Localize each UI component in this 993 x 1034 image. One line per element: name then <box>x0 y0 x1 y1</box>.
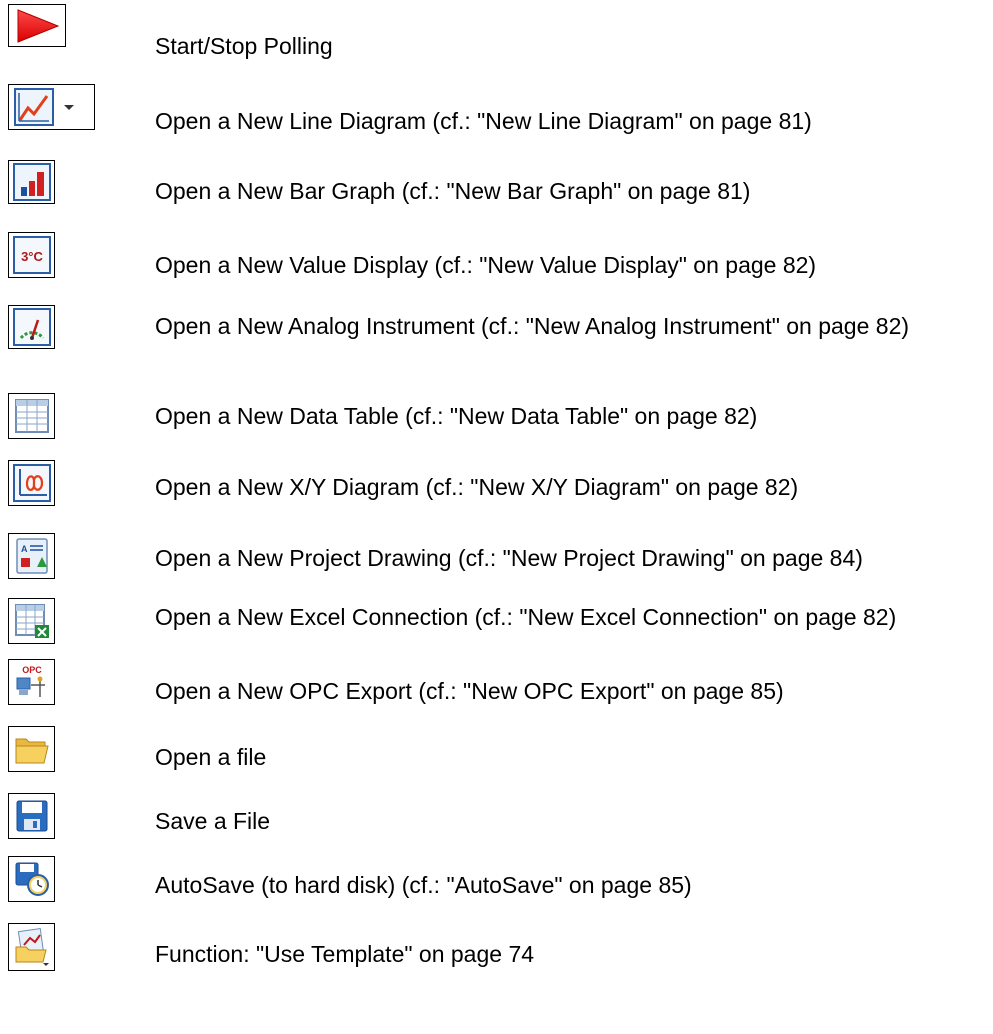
item-label: Function: "Use Template" on page 74 <box>155 941 535 967</box>
item-label: Open a New Data Table (cf.: "New Data Ta… <box>155 403 758 429</box>
autosave-icon <box>15 862 49 896</box>
item-label: Open a New Analog Instrument (cf.: "New … <box>155 313 910 339</box>
svg-text:A: A <box>21 544 28 554</box>
opc-export-icon: OPC <box>16 665 45 697</box>
bar-graph-icon <box>12 163 51 201</box>
item-label: Save a File <box>155 808 271 834</box>
excel-connection-icon <box>14 604 49 638</box>
folder-open-icon <box>15 738 49 764</box>
value-display-icon: 3°C <box>12 236 51 274</box>
use-template-button[interactable] <box>8 923 55 971</box>
project-drawing-button[interactable]: A <box>8 533 55 579</box>
item-label: Open a New Value Display (cf.: "New Valu… <box>155 252 817 278</box>
line-diagram-icon <box>14 88 54 126</box>
save-file-button[interactable] <box>8 793 55 839</box>
item-label: Start/Stop Polling <box>155 33 333 59</box>
svg-text:3°C: 3°C <box>21 249 43 264</box>
use-template-icon <box>15 928 49 966</box>
item-label: Open a New Line Diagram (cf.: "New Line … <box>155 108 812 134</box>
save-disk-icon <box>16 800 47 832</box>
svg-text:OPC: OPC <box>22 665 42 675</box>
item-label: AutoSave (to hard disk) (cf.: "AutoSave"… <box>155 872 692 898</box>
item-label: Open a New Bar Graph (cf.: "New Bar Grap… <box>155 178 751 204</box>
analog-instrument-button[interactable] <box>8 305 55 349</box>
item-label: Open a New OPC Export (cf.: "New OPC Exp… <box>155 678 784 704</box>
project-drawing-icon: A <box>15 538 48 574</box>
analog-instrument-icon <box>12 308 51 346</box>
excel-connection-button[interactable] <box>8 598 55 644</box>
opc-export-button[interactable]: OPC <box>8 659 55 705</box>
line-diagram-button[interactable] <box>8 84 95 130</box>
chevron-down-icon[interactable] <box>54 97 84 117</box>
open-file-button[interactable] <box>8 726 55 772</box>
value-display-button[interactable]: 3°C <box>8 232 55 278</box>
data-table-icon <box>14 399 49 433</box>
xy-diagram-button[interactable] <box>8 460 55 506</box>
item-label: Open a New X/Y Diagram (cf.: "New X/Y Di… <box>155 474 799 500</box>
item-label: Open a New Project Drawing (cf.: "New Pr… <box>155 545 863 571</box>
data-table-button[interactable] <box>8 393 55 439</box>
autosave-button[interactable] <box>8 856 55 902</box>
bar-graph-button[interactable] <box>8 160 55 204</box>
item-label: Open a file <box>155 744 267 770</box>
play-icon <box>17 8 60 43</box>
start-stop-button[interactable] <box>8 4 66 47</box>
xy-diagram-icon <box>12 464 51 502</box>
item-label: Open a New Excel Connection (cf.: "New E… <box>155 604 897 630</box>
